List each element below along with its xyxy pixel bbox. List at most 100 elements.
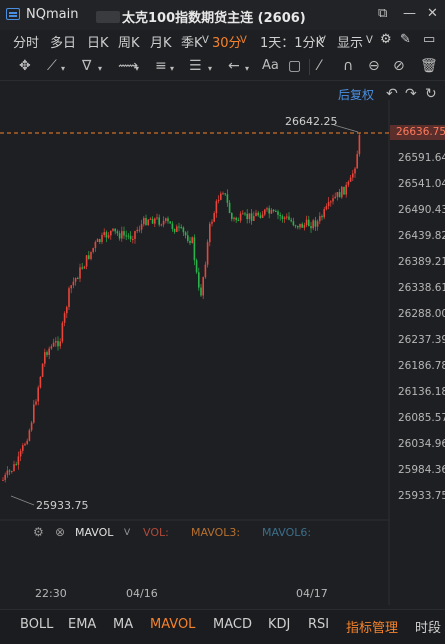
candle-body [158,217,160,225]
price-tick: 26541.04 [398,178,445,190]
candle-body [22,445,24,451]
candle-body [55,341,57,343]
candle-body [244,213,246,215]
tab-rsi[interactable]: RSI [308,617,329,632]
candle-body [305,219,308,225]
candle-body [77,278,79,280]
candle-body [200,287,202,296]
candle-body [237,220,240,222]
candle-body [46,352,48,355]
candle-body [63,313,66,323]
candle-body [255,212,257,217]
candle-body [70,285,72,289]
time-tick: 04/17 [296,587,328,600]
candle-body [189,240,191,244]
candle-body [114,228,116,232]
candle-body [323,209,325,218]
low-price-annotation: 25933.75 [36,499,89,512]
price-tick: 25984.36 [398,464,445,476]
candle-body [149,218,152,220]
candle-body [138,229,141,231]
candle-body [352,173,354,178]
high-leader-line [333,124,359,133]
candle-body [191,237,193,244]
tab-session[interactable]: 时段 [415,617,441,636]
candle-body [193,237,196,261]
candle-body [30,422,33,431]
candle-body [235,217,237,221]
candle-body [264,209,266,215]
candle-body [224,193,226,195]
candle-body [48,348,50,355]
candle-body [2,479,4,481]
candle-body [136,229,138,232]
candle-body [61,322,64,342]
candle-body [341,186,343,198]
candle-body [85,255,88,267]
candle-body [147,219,149,226]
candle-body [143,217,145,225]
candle-body [176,226,178,232]
candle-body [50,346,53,349]
candle-body [301,223,303,228]
candle-body [336,192,339,197]
indicator-settings-gear-icon[interactable]: ⚙ [33,525,44,539]
candle-body [349,177,352,182]
candle-body [68,288,70,308]
mavol6-label: MAVOL6: [262,526,312,539]
candle-body [288,216,290,220]
candle-body [184,232,187,236]
candle-body [112,228,114,231]
candle-body [94,241,97,248]
candle-body [35,401,37,405]
candle-body [110,230,112,236]
candle-body [103,232,105,236]
price-tick: 25933.75 [398,490,445,502]
candle-body [330,201,332,203]
candle-body [257,212,259,216]
candle-body [99,239,101,243]
candle-body [283,217,286,219]
candle-body [299,223,301,228]
candle-body [268,208,270,214]
candle-body [28,430,31,441]
candle-body [261,214,264,218]
price-tick: 26389.21 [398,256,445,268]
tab-kdj[interactable]: KDJ [268,617,290,632]
candle-body [314,220,317,227]
tab-mavol[interactable]: MAVOL [150,617,195,632]
candle-body [13,464,15,472]
price-tick: 26237.39 [398,334,445,346]
tab-ema[interactable]: EMA [68,617,96,632]
candle-body [171,223,174,229]
candle-body [180,226,182,228]
indicator-chevron-icon[interactable]: ᐯ [124,528,130,538]
indicator-name[interactable]: MAVOL [75,526,113,539]
candle-body [105,232,108,238]
tab-indicator-manage[interactable]: 指标管理 [346,617,398,636]
tab-boll[interactable]: BOLL [20,617,53,632]
indicator-bar: ⚙ ⊗ MAVOL ᐯ VOL: MAVOL3: MAVOL6: [0,522,445,544]
candle-body [327,202,330,207]
candlestick-chart[interactable] [0,0,445,643]
candle-body [325,206,328,210]
candle-body [312,220,314,229]
candle-body [220,193,222,200]
tab-macd[interactable]: MACD [213,617,252,632]
candle-body [319,216,321,222]
tab-ma[interactable]: MA [113,617,133,632]
candle-body [211,221,213,224]
candle-body [118,233,121,239]
candle-body [154,218,156,224]
candle-body [239,213,242,221]
candle-body [88,255,90,259]
candle-body [165,218,167,221]
candle-body [52,342,55,347]
candle-body [303,224,306,228]
price-tick: 26186.78 [398,360,445,372]
candle-body [24,443,26,446]
indicator-close-icon[interactable]: ⊗ [55,525,65,539]
candle-body [167,218,169,222]
candle-body [215,201,218,214]
candle-body [41,363,44,377]
